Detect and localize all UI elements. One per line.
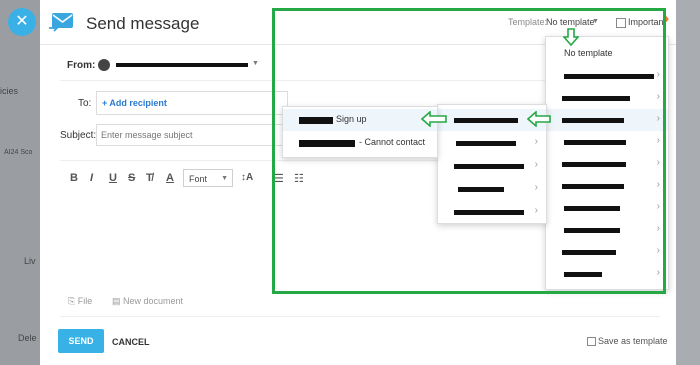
from-address[interactable] <box>116 63 248 67</box>
from-label: From: <box>67 60 96 71</box>
chevron-down-icon: ▼ <box>221 175 228 182</box>
subject-input[interactable] <box>96 124 296 146</box>
file-icon: ⎘ <box>68 296 78 306</box>
font-select[interactable]: Font ▼ <box>183 169 233 187</box>
save-as-template-checkbox[interactable] <box>587 337 596 346</box>
bold-button[interactable]: B <box>70 172 78 184</box>
close-icon: ✕ <box>15 13 29 30</box>
file-label: File <box>77 296 93 306</box>
annotation-highlight-box <box>272 8 666 294</box>
send-button[interactable]: SEND <box>58 329 104 353</box>
new-document-label: New document <box>123 296 184 306</box>
to-label: To: <box>78 98 92 109</box>
subject-label: Subject: <box>60 130 97 141</box>
arrow-down-icon <box>563 28 579 46</box>
clear-format-button[interactable]: T̸ <box>146 172 153 184</box>
background-text: Liv <box>24 256 36 266</box>
background-page <box>0 0 40 365</box>
file-attach-button[interactable]: ⎘ File <box>68 296 92 307</box>
font-size-button[interactable]: ↕A <box>241 172 253 183</box>
background-text: AI24 Sco <box>4 149 33 156</box>
add-recipient-button[interactable]: + Add recipient <box>102 98 167 108</box>
envelope-icon <box>49 13 73 32</box>
arrow-left-icon <box>421 111 447 127</box>
page-title: Send message <box>86 14 200 33</box>
arrow-left-icon <box>527 111 551 127</box>
underline-button[interactable]: U <box>109 172 117 184</box>
strikethrough-button[interactable]: S <box>128 172 135 184</box>
text-color-button[interactable]: A <box>166 172 174 184</box>
document-icon: ▤ <box>112 296 124 306</box>
user-icon <box>98 59 110 71</box>
save-as-template-label: Save as template <box>598 336 668 346</box>
cancel-button[interactable]: CANCEL <box>112 337 150 347</box>
close-button[interactable]: ✕ <box>8 8 36 36</box>
new-document-button[interactable]: ▤ New document <box>112 296 183 307</box>
italic-button[interactable]: I <box>90 172 93 184</box>
font-select-value: Font <box>189 174 208 184</box>
divider <box>60 316 660 317</box>
background-text: icies <box>0 86 19 96</box>
background-text: Dele <box>18 333 37 343</box>
chevron-down-icon[interactable]: ▼ <box>252 60 259 67</box>
